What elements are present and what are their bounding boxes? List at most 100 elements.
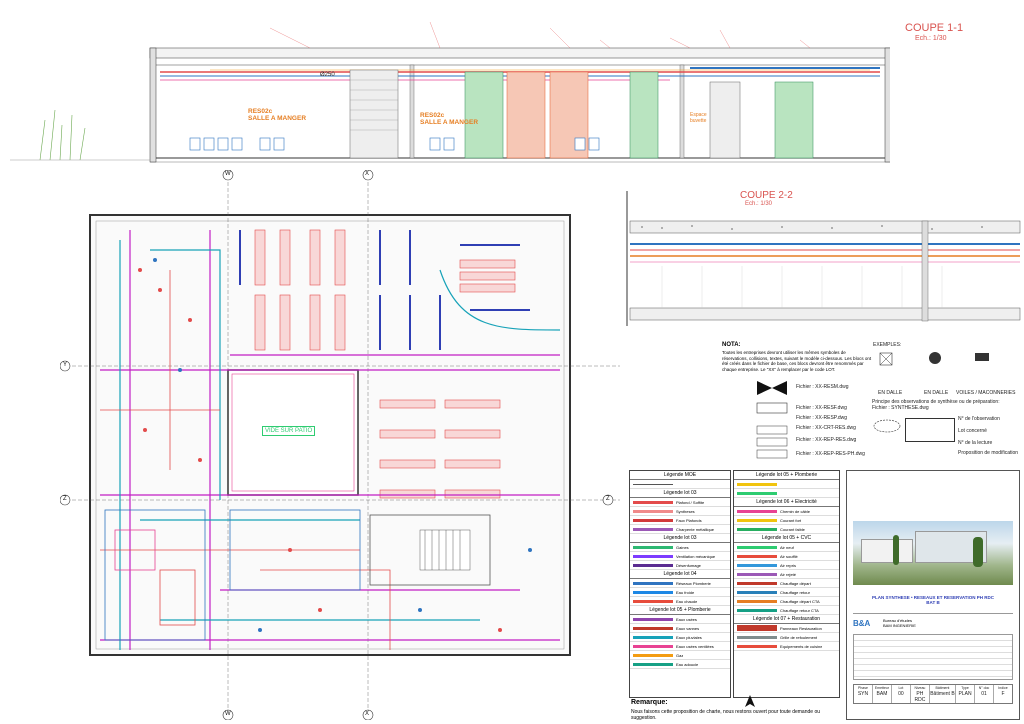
revision-table xyxy=(853,634,1013,680)
legend-row: Air rejeté xyxy=(734,570,839,579)
symbol-label-voiles: VOILES / MACONNERIES xyxy=(956,390,1016,396)
remarque-title: Remarque: xyxy=(631,699,668,706)
title-block-footer: Phase SYN Emetteur BAM Lot 00 Niveau PH … xyxy=(853,684,1013,704)
footer-value: SYN xyxy=(857,691,869,697)
legend-right-title: Légende lot 05 + Plomberie xyxy=(734,471,839,480)
coupe-1-1-scale: Ech.: 1/30 xyxy=(915,35,947,42)
duct-dimension-label: Ø250 xyxy=(320,72,335,78)
company-name: Bureau d'études BAM INGENIERIE xyxy=(883,618,916,628)
legend-row: Courant faible xyxy=(734,525,839,534)
footer-value: 01 xyxy=(981,691,987,697)
room-label-salle-a-manger-1: RES02c SALLE A MANGER xyxy=(248,108,307,122)
legend-row: Faux Plafonds xyxy=(630,516,730,525)
legend-row: Eau chaude xyxy=(630,597,730,606)
axis-label-w-top: W xyxy=(225,171,231,177)
file-label-3: Fichier : XX-RESP.dwg xyxy=(796,415,848,421)
legend-row: Air neuf xyxy=(734,543,839,552)
footer-value: PLAN xyxy=(958,691,972,697)
nota-block: NOTA: Toutes les entreprises devront uti… xyxy=(722,342,872,372)
legend-row: Chauffage départ CTA xyxy=(734,597,839,606)
legend-row: Grille de refoulement xyxy=(734,633,839,642)
legend-section-head: Légende lot 05 + Plomberie xyxy=(630,606,730,615)
legend-row: Eaux usées ventilées xyxy=(630,642,730,651)
footer-value: PH RDC xyxy=(914,691,926,703)
file-symbols-drawing xyxy=(756,381,788,459)
axis-label-x-top: X xyxy=(365,171,370,177)
legend-section-head: Légende lot 04 xyxy=(630,570,730,579)
observation-box xyxy=(905,418,955,442)
axis-label-x-bottom: X xyxy=(365,711,370,717)
title-block: PLAN SYNTHESE • RESEAUX ET RESERVATION P… xyxy=(846,470,1020,720)
legend-row: Chauffage retour CTA xyxy=(734,606,839,615)
remarque-text: Nous faisons cette proposition de charte… xyxy=(631,709,821,721)
legend-section-head: Légende lot 06 + Electricité xyxy=(734,498,839,507)
company-logo: B&A xyxy=(853,618,871,628)
legend-row xyxy=(734,489,839,498)
floor-plan-drawing xyxy=(60,170,620,720)
axis-label-z-left: Z xyxy=(63,496,67,502)
legend-section-head: Légende lot 03 xyxy=(630,489,730,498)
legend-row: Chauffage retour xyxy=(734,588,839,597)
nota-heading: NOTA: xyxy=(722,342,741,348)
file-label-5: Fichier : XX-REP-RES.dwg xyxy=(796,437,857,443)
footer-value: F xyxy=(1001,691,1005,697)
axis-label-z-right: Z xyxy=(606,496,610,502)
footer-value: 00 xyxy=(898,691,904,697)
legend-row: Equipements de cuisine xyxy=(734,642,839,651)
axis-label-w-bottom: W xyxy=(225,711,231,717)
legend-row: Air repris xyxy=(734,561,839,570)
legend-section-head: Légende lot 07 + Restauration xyxy=(734,615,839,624)
axis-label-y-left: Y xyxy=(63,362,68,368)
coupe-1-1-title: COUPE 1-1 xyxy=(905,22,964,34)
room-label-salle-a-manger-2: RES02c SALLE A MANGER xyxy=(420,112,479,126)
legend-row xyxy=(630,480,730,489)
legend-left: Légende MOE Légende lot 03 Plafond / Sof… xyxy=(629,470,731,698)
legend-row: Charpente métallique xyxy=(630,525,730,534)
file-label-2: Fichier : XX-RESF.dwg xyxy=(796,405,847,411)
legend-section-head: Légende lot 05 + CVC xyxy=(734,534,839,543)
legend-row: Gaines xyxy=(630,543,730,552)
legend-row: Désenfumage xyxy=(630,561,730,570)
file-symbols xyxy=(752,376,792,466)
legend-row: Eaux vannes xyxy=(630,624,730,633)
patio-label: VIDE SUR PATIO xyxy=(262,426,316,436)
legend-row: Syntheses xyxy=(630,507,730,516)
north-arrow-icon xyxy=(744,694,756,708)
legend-row: Chemin de câble xyxy=(734,507,839,516)
observation-number-label: N° de l'observation xyxy=(958,416,1000,422)
legend-left-title: Légende MOE xyxy=(630,471,730,480)
legend-row: Plafond / Soffite xyxy=(630,498,730,507)
legend-row: Eau froide xyxy=(630,588,730,597)
footer-value: BAM xyxy=(876,691,888,697)
legend-row: Eaux pluviales xyxy=(630,633,730,642)
legend-row: Panneaux Restauration xyxy=(734,624,839,633)
coupe-1-1-drawing xyxy=(10,21,890,163)
legend-row: Eaux usées xyxy=(630,615,730,624)
legend-row: Gaz xyxy=(630,651,730,660)
symbol-label-en-dalle: EN DALLE xyxy=(878,390,903,396)
principe-file-label: Fichier : SYNTHESE.dwg xyxy=(872,405,929,411)
proposition-label: Proposition de modification xyxy=(958,450,1019,456)
coupe-2-2-drawing xyxy=(626,191,1021,326)
coupe-2-2 xyxy=(622,186,1022,336)
project-render-image xyxy=(853,521,1013,585)
building-label: BAT B xyxy=(926,600,940,605)
file-label-4: Fichier : XX-CRT-RES.dwg xyxy=(796,425,856,431)
indice-label: N° de la lecture xyxy=(958,440,993,446)
legend-row: Réseaux Plomberie xyxy=(630,579,730,588)
legend-row: Eau adoucie xyxy=(630,660,730,669)
coupe-1-1 xyxy=(10,10,890,170)
legend-row: Courant fort xyxy=(734,516,839,525)
legend-row xyxy=(734,480,839,489)
floor-plan xyxy=(60,170,620,720)
nota-text: Toutes les entreprises devront utiliser … xyxy=(722,350,872,372)
footer-value: Bâtiment B xyxy=(930,691,955,697)
symbol-label-en-dalle-2: EN DALLE xyxy=(924,390,949,396)
legend-row: Air soufflé xyxy=(734,552,839,561)
legend-row: Ventilation mécanique xyxy=(630,552,730,561)
file-label-6: Fichier : XX-REP-RES-PH.dwg xyxy=(796,451,865,457)
lot-concerne-label: Lot concerné xyxy=(958,428,987,434)
file-label-1: Fichier : XX-RESM.dwg xyxy=(796,384,849,390)
room-label-espace-buvette: Espace buvette xyxy=(690,112,707,124)
legend-right: Légende lot 05 + Plomberie Légende lot 0… xyxy=(733,470,840,698)
